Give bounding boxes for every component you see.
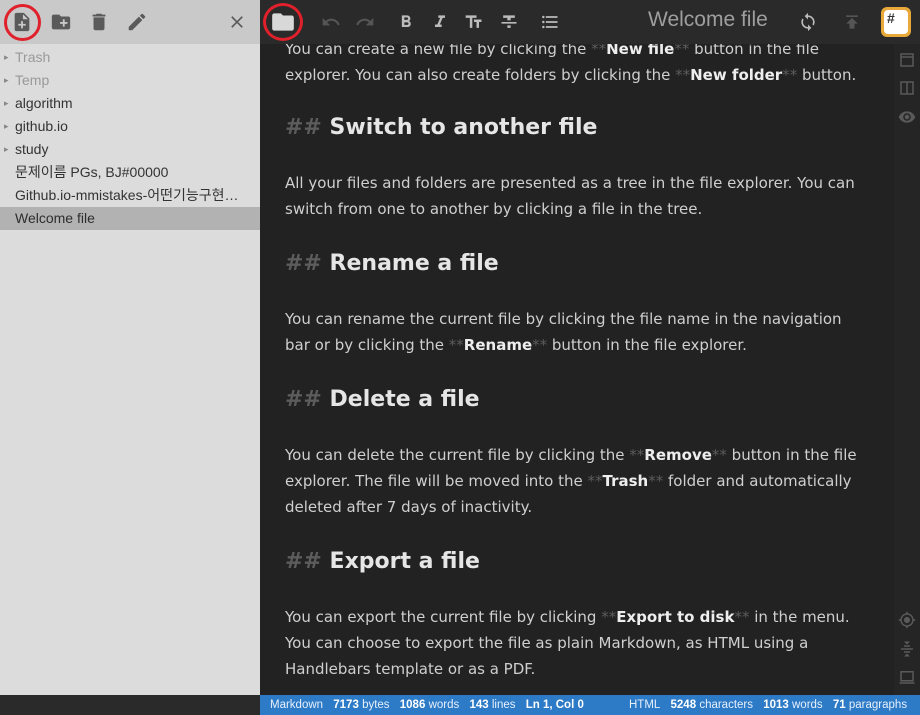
list-icon xyxy=(542,15,558,29)
file-explorer: Trash Temp algorithm github.io study 문제이… xyxy=(0,0,260,695)
highlight-circle-new-file xyxy=(4,4,41,41)
explorer-toolbar xyxy=(0,0,260,44)
side-by-side-icon xyxy=(900,81,914,95)
editor-paragraph: You can export the current file by click… xyxy=(285,608,850,678)
delete-button[interactable] xyxy=(83,6,115,38)
status-lines-count: 143 xyxy=(469,699,489,711)
undo-button[interactable] xyxy=(316,6,346,38)
status-html-words-count: 1013 xyxy=(763,699,789,711)
status-mode: Markdown xyxy=(270,699,324,711)
tree-folder-algorithm[interactable]: algorithm xyxy=(0,92,260,115)
pencil-icon xyxy=(128,13,146,31)
tree-file-selected[interactable]: Welcome file xyxy=(0,207,260,230)
status-chars-label: characters xyxy=(699,699,753,711)
editor-paragraph: All your files and folders are presented… xyxy=(285,174,855,218)
tree-file[interactable]: 문제이름 PGs, BJ#00000 xyxy=(0,161,260,184)
tree-folder-github-io[interactable]: github.io xyxy=(0,115,260,138)
preview-button[interactable] xyxy=(897,107,917,127)
strikethrough-icon xyxy=(501,15,517,28)
status-cursor: Ln 1, Col 0 xyxy=(525,699,584,711)
workspace-badge-label: # xyxy=(884,10,908,34)
editor-paragraph: You can delete the current file by click… xyxy=(285,446,857,516)
editor-heading: ## Rename a file xyxy=(285,251,499,276)
tree-folder-study[interactable]: study xyxy=(0,138,260,161)
markdown-editor[interactable]: You can create a new file by clicking th… xyxy=(260,44,894,695)
view-sidebar xyxy=(894,44,920,695)
editor-heading: ## Export a file xyxy=(285,549,480,574)
status-words-count: 1086 xyxy=(399,699,426,711)
scroll-sync-button[interactable] xyxy=(897,610,917,630)
highlight-circle-folder xyxy=(263,3,303,41)
status-html-mode: HTML xyxy=(629,699,661,711)
close-icon xyxy=(231,16,243,28)
redo-icon xyxy=(356,17,374,26)
side-by-side-button[interactable] xyxy=(897,78,917,98)
redo-button[interactable] xyxy=(350,6,380,38)
navigation-bar: Welcome file # xyxy=(260,0,920,44)
status-html-words-label: words xyxy=(792,699,823,711)
sync-button[interactable] xyxy=(793,6,823,38)
heading-button[interactable] xyxy=(459,6,489,38)
publish-button[interactable] xyxy=(837,6,867,38)
bold-icon xyxy=(401,15,411,27)
status-paras-label: paragraphs xyxy=(848,699,908,711)
status-chars-count: 5248 xyxy=(670,699,697,711)
italic-icon xyxy=(435,15,445,27)
file-tree: Trash Temp algorithm github.io study 문제이… xyxy=(0,44,260,230)
rename-button[interactable] xyxy=(121,6,153,38)
editor-heading: ## Delete a file xyxy=(285,387,480,412)
status-bar: Markdown 7173 bytes 1086 words 143 lines… xyxy=(260,695,920,715)
status-lines-label: lines xyxy=(491,699,516,711)
editor-only-button[interactable] xyxy=(897,50,917,70)
tree-file[interactable]: Github.io-mmistakes-어떤기능구현… xyxy=(0,184,260,207)
status-right: HTML 5248 characters 1013 words 71 parag… xyxy=(629,695,907,715)
undo-icon xyxy=(322,17,340,26)
scroll-sync-icon xyxy=(898,611,916,629)
layout-button[interactable] xyxy=(897,667,917,687)
workspace-badge[interactable]: # xyxy=(881,7,911,37)
close-explorer-button[interactable] xyxy=(221,6,253,38)
editor-heading: ## Switch to another file xyxy=(285,115,598,140)
status-words-label: words xyxy=(428,699,460,711)
tree-folder-trash[interactable]: Trash xyxy=(0,46,260,69)
navigation-button[interactable] xyxy=(897,639,917,659)
editor-paragraph: You can rename the current file by click… xyxy=(285,310,842,354)
bold-button[interactable] xyxy=(391,6,421,38)
editor-paragraph: You can create a new file by clicking th… xyxy=(285,44,857,84)
navigation-icon xyxy=(901,641,913,657)
document-title[interactable]: Welcome file xyxy=(648,8,768,32)
trash-icon xyxy=(92,13,106,31)
status-paras-count: 71 xyxy=(832,699,846,711)
editor-view-icon xyxy=(900,53,914,67)
new-folder-icon xyxy=(51,14,71,30)
status-left: Markdown 7173 bytes 1086 words 143 lines… xyxy=(270,695,584,715)
list-button[interactable] xyxy=(535,6,565,38)
heading-icon xyxy=(465,15,482,28)
status-bytes-label: bytes xyxy=(362,699,390,711)
publish-icon xyxy=(846,15,858,29)
tree-folder-temp[interactable]: Temp xyxy=(0,69,260,92)
layout-icon xyxy=(899,671,915,684)
preview-eye-icon xyxy=(898,111,916,123)
sync-icon xyxy=(801,12,815,32)
status-bytes-count: 7173 xyxy=(333,699,359,711)
strikethrough-button[interactable] xyxy=(494,6,524,38)
italic-button[interactable] xyxy=(425,6,455,38)
new-folder-button[interactable] xyxy=(45,6,77,38)
